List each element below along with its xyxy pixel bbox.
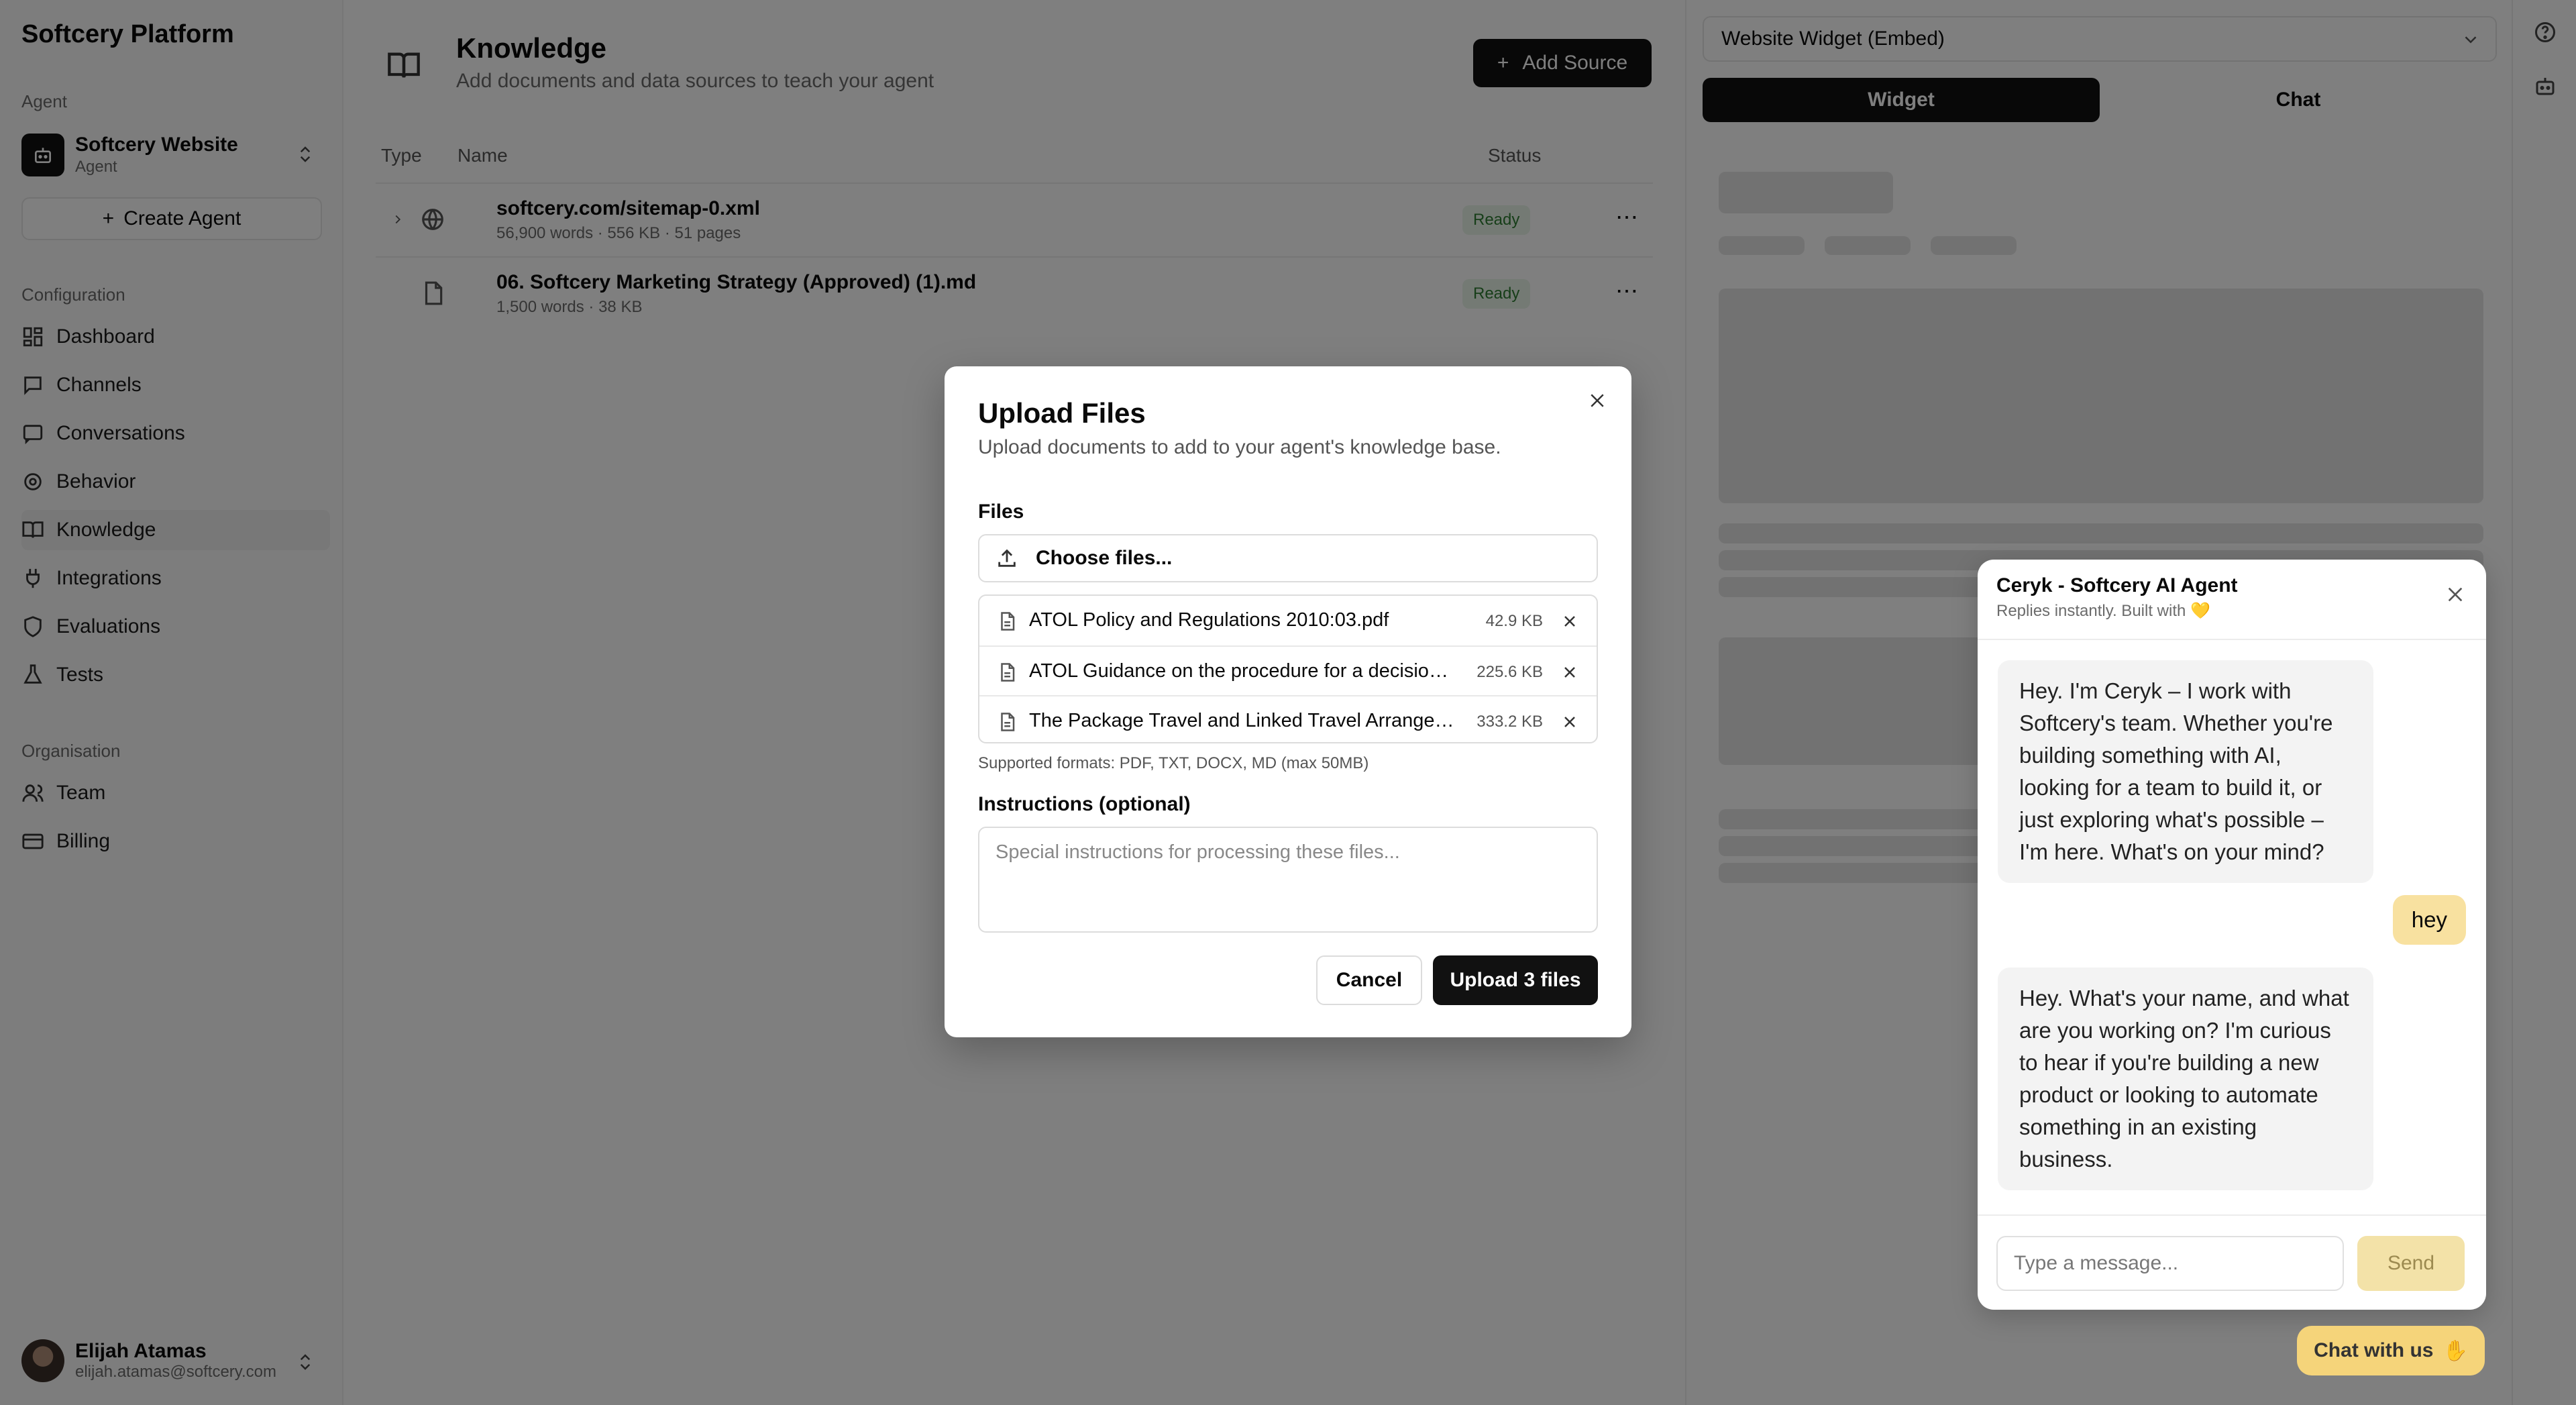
file-name: ATOL Guidance on the procedure for a dec… xyxy=(1029,660,1458,682)
file-size: 225.6 KB xyxy=(1477,663,1543,681)
selected-files-list: ATOL Policy and Regulations 2010:03.pdf … xyxy=(978,594,1598,743)
chat-fab-label: Chat with us xyxy=(2314,1339,2434,1361)
chat-message-user: hey xyxy=(2392,895,2466,945)
dialog-subtitle: Upload documents to add to your agent's … xyxy=(978,436,1501,458)
choose-files-label: Choose files... xyxy=(1036,547,1173,569)
chat-message-bot: Hey. What's your name, and what are you … xyxy=(1998,968,2373,1190)
cancel-button[interactable]: Cancel xyxy=(1316,955,1422,1005)
remove-file-icon[interactable] xyxy=(1562,714,1578,730)
upload-button[interactable]: Upload 3 files xyxy=(1433,955,1598,1005)
chat-widget: Ceryk - Softcery AI Agent Replies instan… xyxy=(1978,560,2486,1310)
supported-formats: Supported formats: PDF, TXT, DOCX, MD (m… xyxy=(978,754,1369,772)
file-icon xyxy=(1001,663,1015,682)
dialog-title: Upload Files xyxy=(978,397,1146,429)
file-icon xyxy=(1001,713,1015,731)
chat-message-bot: Hey. I'm Ceryk – I work with Softcery's … xyxy=(1998,660,2373,883)
instructions-label: Instructions (optional) xyxy=(978,793,1191,815)
file-name: ATOL Policy and Regulations 2010:03.pdf xyxy=(1029,609,1389,631)
send-button[interactable]: Send xyxy=(2357,1236,2465,1291)
chat-input[interactable]: Type a message... xyxy=(1996,1236,2344,1291)
close-icon[interactable] xyxy=(2445,584,2466,605)
file-name: The Package Travel and Linked Travel Arr… xyxy=(1029,710,1458,731)
list-item: The Package Travel and Linked Travel Arr… xyxy=(979,695,1597,742)
upload-files-dialog: Upload Files Upload documents to add to … xyxy=(945,366,1631,1037)
chat-header: Ceryk - Softcery AI Agent Replies instan… xyxy=(1978,560,2486,640)
list-item: ATOL Guidance on the procedure for a dec… xyxy=(979,645,1597,695)
choose-files-button[interactable]: Choose files... xyxy=(978,534,1598,582)
remove-file-icon[interactable] xyxy=(1562,613,1578,629)
close-icon[interactable] xyxy=(1587,391,1607,411)
remove-file-icon[interactable] xyxy=(1562,664,1578,680)
upload-icon xyxy=(998,549,1016,567)
wave-hand-icon: ✋ xyxy=(2443,1339,2468,1362)
chat-with-us-button[interactable]: Chat with us ✋ xyxy=(2297,1326,2485,1375)
chat-title: Ceryk - Softcery AI Agent xyxy=(1996,574,2238,596)
file-size: 42.9 KB xyxy=(1485,612,1543,630)
file-icon xyxy=(1001,612,1015,631)
file-size: 333.2 KB xyxy=(1477,713,1543,731)
chat-composer: Type a message... Send xyxy=(1978,1214,2486,1310)
files-label: Files xyxy=(978,501,1024,523)
chat-subtitle: Replies instantly. Built with 💛 xyxy=(1996,602,2210,620)
instructions-textarea[interactable]: Special instructions for processing thes… xyxy=(978,827,1598,933)
list-item: ATOL Policy and Regulations 2010:03.pdf … xyxy=(979,596,1597,645)
